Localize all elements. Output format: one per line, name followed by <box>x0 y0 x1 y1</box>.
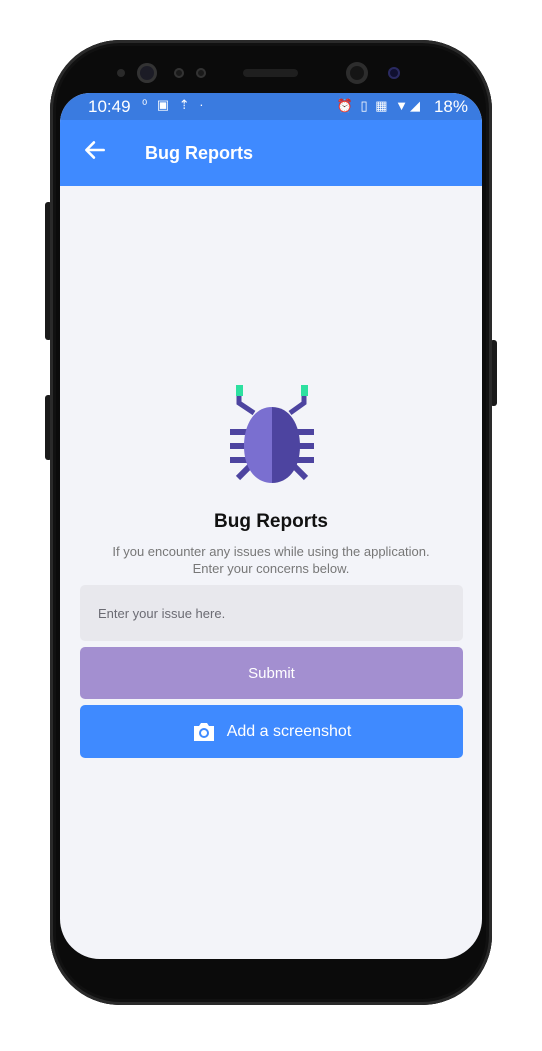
iris-scanner <box>137 63 157 83</box>
arrow-left-icon[interactable] <box>82 137 108 163</box>
screen: 10:49 ⁰ ▣ ⇡ · ⏰ ▯ ▦ ▼◢ 18% Bug Reports B… <box>60 93 482 959</box>
system-status-icons: ⏰ ▯ ▦ ▼◢ <box>336 98 422 113</box>
page-title: Bug Reports <box>214 511 328 532</box>
description: If you encounter any issues while using … <box>60 543 482 577</box>
app-bar-title: Bug Reports <box>145 143 253 163</box>
app-bar: Bug Reports <box>60 120 482 186</box>
issue-input[interactable] <box>80 585 463 641</box>
bug-icon <box>230 385 314 483</box>
status-bar: 10:49 ⁰ ▣ ⇡ · ⏰ ▯ ▦ ▼◢ 18% <box>60 93 482 120</box>
camera-icon <box>193 722 214 741</box>
notification-icons: ⁰ ▣ ⇡ · <box>142 97 207 112</box>
front-camera <box>346 62 368 84</box>
earpiece-speaker <box>243 69 298 77</box>
status-time: 10:49 <box>88 97 131 116</box>
add-screenshot-button[interactable]: Add a screenshot <box>80 705 463 758</box>
battery-percentage: 18% <box>433 97 468 116</box>
sensor-dot <box>174 68 184 78</box>
description-line-2: Enter your concerns below. <box>192 561 350 576</box>
add-screenshot-label: Add a screenshot <box>226 722 352 740</box>
sensor-dot <box>196 68 206 78</box>
description-line-1: If you encounter any issues while using … <box>112 544 430 559</box>
sensor-dot <box>117 69 125 77</box>
submit-button-label: Submit <box>248 664 295 682</box>
submit-button[interactable]: Submit <box>80 647 463 699</box>
sensor-dot <box>388 67 400 79</box>
